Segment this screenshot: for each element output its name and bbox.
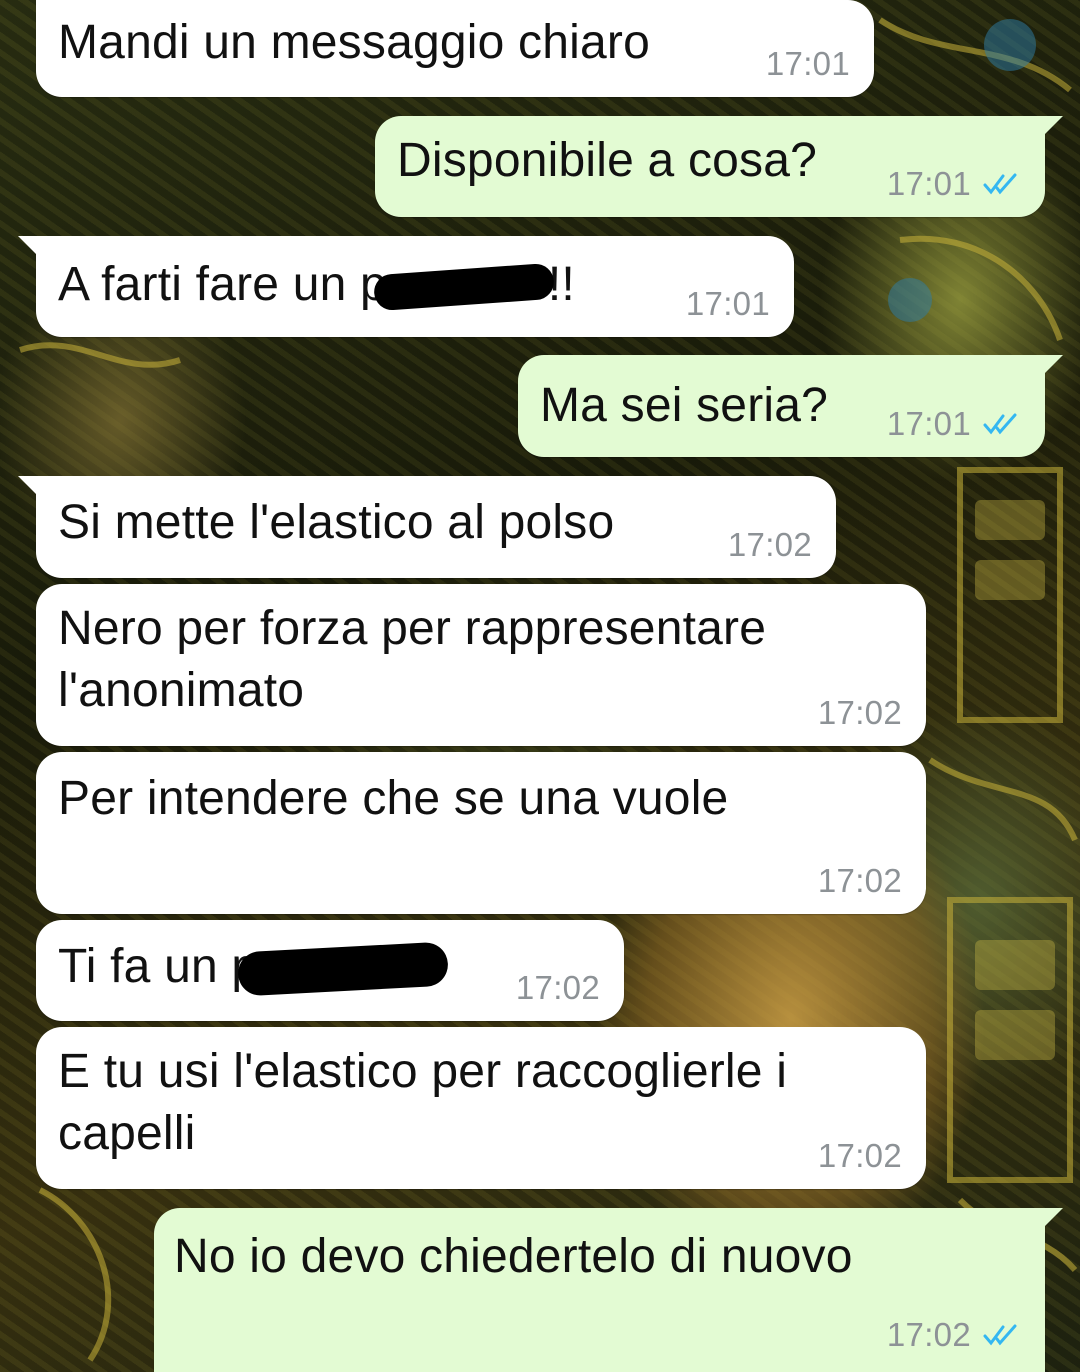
- message-meta: 17:01: [887, 405, 1021, 443]
- message-text: No io devo chiedertelo di nuovo: [174, 1230, 853, 1283]
- message-time: 17:01: [886, 165, 971, 202]
- message-bubble-incoming[interactable]: E tu usi l'elastico per raccoglierle i c…: [36, 1027, 926, 1189]
- message-bubble-incoming[interactable]: Si mette l'elastico al polso 17:02: [18, 476, 836, 578]
- message-time: 17:02: [817, 862, 902, 899]
- message-meta: 17:02: [818, 1137, 902, 1175]
- message-time: 17:02: [817, 694, 902, 731]
- message-bubble-incoming[interactable]: Ti fa un p 17:02: [36, 920, 624, 1021]
- redaction-mark: [237, 941, 450, 997]
- message-text: Nero per forza per rappresentare l'anoni…: [58, 598, 766, 722]
- message-text: Ma sei seria?: [540, 379, 829, 432]
- message-time: 17:01: [765, 45, 850, 82]
- message-meta: 17:02: [516, 969, 600, 1007]
- message-time: 17:02: [515, 969, 600, 1006]
- message-time: 17:02: [817, 1137, 902, 1174]
- message-meta: 17:01: [686, 285, 770, 323]
- message-text: A farti fare un po!!: [58, 254, 575, 316]
- message-meta: 17:02: [887, 1316, 1021, 1354]
- message-time: 17:02: [886, 1316, 971, 1353]
- message-line: Nero per forza per rappresentare: [58, 602, 767, 655]
- message-bubble-outgoing[interactable]: Ma sei seria? 17:01: [518, 355, 1063, 457]
- message-time: 17:01: [685, 285, 770, 322]
- message-meta: 17:01: [766, 45, 850, 83]
- message-bubble-outgoing[interactable]: No io devo chiedertelo di nuovo 17:02: [154, 1208, 1063, 1372]
- double-check-icon: [983, 1324, 1017, 1346]
- message-time: 17:01: [886, 405, 971, 442]
- message-meta: 17:02: [818, 862, 902, 900]
- message-line: l'anonimato: [58, 664, 305, 717]
- message-text: Disponibile a cosa?: [397, 134, 818, 187]
- double-check-icon: [983, 173, 1017, 195]
- message-bubble-outgoing[interactable]: Disponibile a cosa? 17:01: [375, 116, 1063, 217]
- message-text: Ti fa un p: [58, 936, 450, 998]
- message-meta: 17:02: [728, 526, 812, 564]
- message-meta: 17:02: [818, 694, 902, 732]
- message-text: Mandi un messaggio chiaro: [58, 16, 650, 69]
- message-line: capelli: [58, 1107, 196, 1160]
- message-text: Per intendere che se una vuole: [58, 772, 729, 825]
- message-time: 17:02: [727, 526, 812, 563]
- message-bubble-incoming[interactable]: Nero per forza per rappresentare l'anoni…: [36, 584, 926, 746]
- message-bubble-incoming[interactable]: A farti fare un po!! 17:01: [18, 236, 794, 337]
- message-bubble-incoming[interactable]: Mandi un messaggio chiaro 17:01: [36, 0, 874, 97]
- double-check-icon: [983, 413, 1017, 435]
- message-bubble-incoming[interactable]: Per intendere che se una vuole 17:02: [36, 752, 926, 914]
- message-text-part: Ti fa un p: [58, 940, 259, 993]
- message-text: E tu usi l'elastico per raccoglierle i c…: [58, 1041, 787, 1165]
- message-meta: 17:01: [887, 165, 1021, 203]
- message-line: E tu usi l'elastico per raccoglierle i: [58, 1045, 788, 1098]
- message-text: Si mette l'elastico al polso: [58, 496, 615, 549]
- message-text-part: A farti fare un po: [58, 258, 414, 311]
